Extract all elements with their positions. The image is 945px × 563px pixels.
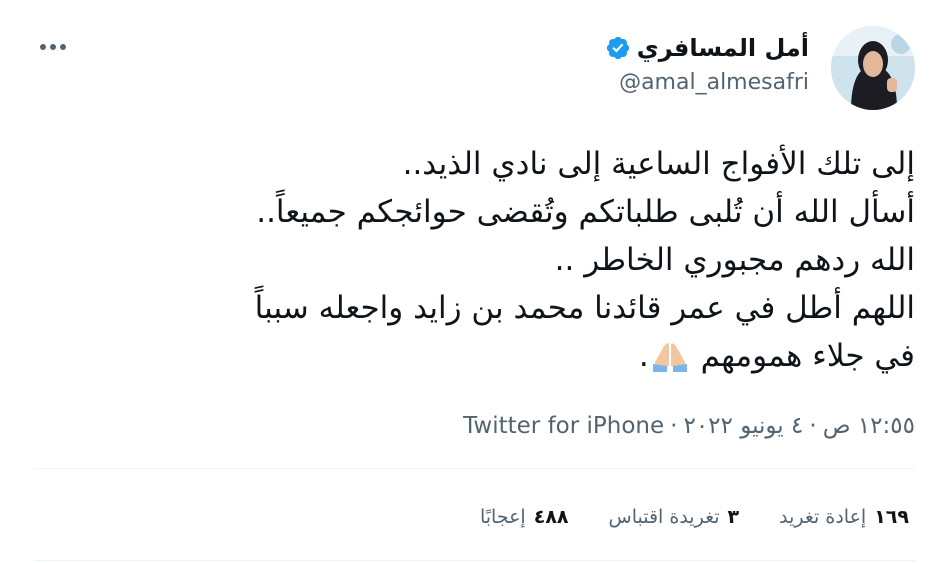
retweets-count: ١٦٩ <box>874 506 909 528</box>
more-options-icon[interactable] <box>38 32 68 62</box>
verified-badge-icon <box>606 36 629 60</box>
quotes-stat[interactable]: ٣ تغريدة اقتباس <box>609 502 740 532</box>
author-display-name[interactable]: أمل المسافري <box>637 32 809 64</box>
tweet-text: إلى تلك الأفواج الساعية إلى نادي الذيد..… <box>30 140 915 380</box>
quotes-label: تغريدة اقتباس <box>608 506 720 528</box>
author-name-row[interactable]: أمل المسافري <box>605 32 809 64</box>
tweet-card: أمل المسافري @amal_almesafri إلى تلك الأ… <box>0 0 945 563</box>
likes-count: ٤٨٨ <box>533 506 569 528</box>
tweet-time[interactable]: ١٢:٥٥ ص <box>823 413 915 439</box>
tweet-stats: ١٦٩ إعادة تغريد ٣ تغريدة اقتباس ٤٨٨ إعجابًا <box>480 502 909 532</box>
tweet-date[interactable]: ٤ يونيو ٢٠٢٢ <box>683 413 803 439</box>
likes-label: إعجابًا <box>479 506 526 528</box>
tweet-meta: ١٢:٥٥ ص·٤ يونيو ٢٠٢٢·Twitter for iPhone <box>463 408 915 444</box>
retweets-stat[interactable]: ١٦٩ إعادة تغريد <box>779 502 909 532</box>
tweet-line: أسأل الله أن تُلبى طلباتكم وتُقضى حوائجك… <box>256 194 915 230</box>
tweet-header: أمل المسافري @amal_almesafri <box>30 26 915 116</box>
tweet-line: الله ردهم مجبوري الخاطر .. <box>554 242 915 278</box>
retweets-label: إعادة تغريد <box>779 506 867 528</box>
tweet-client[interactable]: Twitter for iPhone <box>463 413 664 439</box>
avatar[interactable] <box>831 26 915 110</box>
tweet-line: اللهم أطل في عمر قائدنا محمد بن زايد واج… <box>254 290 915 326</box>
meta-separator: · <box>670 413 678 439</box>
meta-separator: · <box>809 413 817 439</box>
likes-stat[interactable]: ٤٨٨ إعجابًا <box>480 502 569 532</box>
tweet-final-period: . <box>638 338 649 374</box>
tweet-line: إلى تلك الأفواج الساعية إلى نادي الذيد.. <box>402 146 915 182</box>
divider <box>34 560 915 561</box>
folded-hands-icon <box>652 343 687 372</box>
author-handle[interactable]: @amal_almesafri <box>605 68 809 98</box>
quotes-count: ٣ <box>727 506 740 528</box>
tweet-line: في جلاء همومهم <box>700 338 915 374</box>
tweet-line-last: في جلاء همومهم . <box>30 332 915 380</box>
avatar-image <box>831 26 915 110</box>
divider <box>34 468 915 469</box>
author-info: أمل المسافري @amal_almesafri <box>605 32 809 98</box>
